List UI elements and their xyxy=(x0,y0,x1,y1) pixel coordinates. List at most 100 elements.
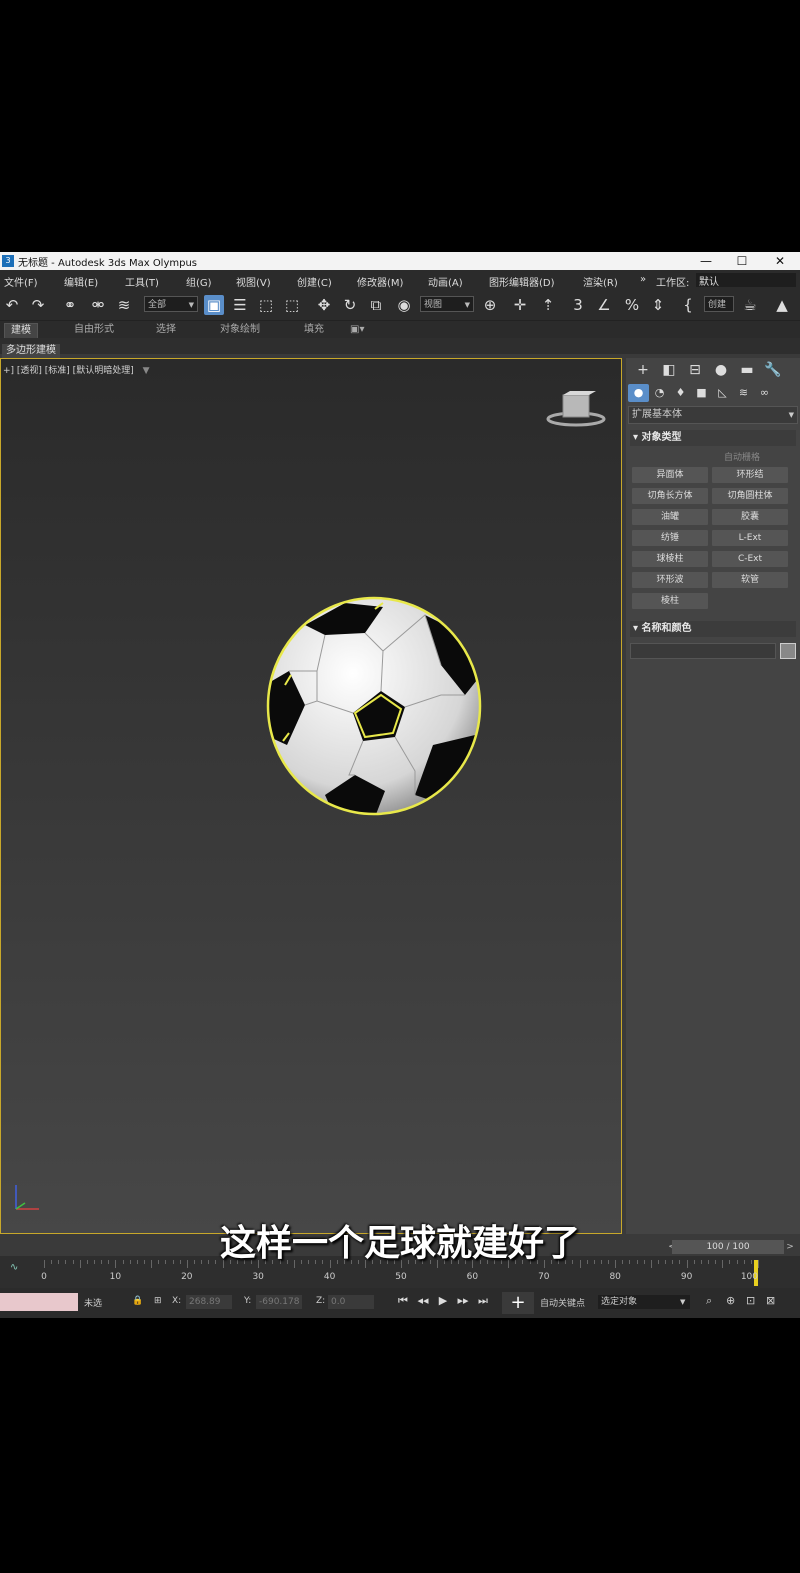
lock-icon[interactable]: 🔒 xyxy=(132,1296,143,1306)
render-frame-icon[interactable]: ▲ xyxy=(772,295,792,315)
object-color-swatch[interactable] xyxy=(780,643,796,659)
tab-modeling[interactable]: 建模 xyxy=(4,323,38,339)
link-icon[interactable]: ⚭ xyxy=(60,295,80,315)
gengon-button[interactable]: 球棱柱 xyxy=(632,551,708,567)
viewcube-icon[interactable] xyxy=(546,389,606,429)
autogrid-checkbox[interactable]: 自动栅格 xyxy=(626,450,760,463)
create-tab-icon[interactable]: + xyxy=(630,362,656,378)
rotate-icon[interactable]: ↻ xyxy=(340,295,360,315)
scale-icon[interactable]: ⧉ xyxy=(366,295,386,315)
ringwave-button[interactable]: 环形波 xyxy=(632,572,708,588)
minimize-button[interactable]: — xyxy=(688,252,724,270)
prism-button[interactable]: 棱柱 xyxy=(632,593,708,609)
bind-space-warp-icon[interactable]: ≋ xyxy=(114,295,134,315)
menu-graph-editors[interactable]: 图形编辑器(D) xyxy=(489,274,555,289)
angle-snap-icon[interactable]: ∠ xyxy=(594,295,614,315)
keyboard-shortcut-icon[interactable]: ⇡ xyxy=(538,295,558,315)
snap-toggle-icon[interactable]: 3 xyxy=(568,295,588,315)
workspace-select[interactable]: 默认 xyxy=(696,273,796,288)
key-filter-select[interactable]: 选定对象 xyxy=(598,1295,690,1309)
zoom-extents-icon[interactable]: ⊡ xyxy=(746,1294,755,1307)
y-coordinate-field[interactable]: -690.178 xyxy=(256,1295,302,1309)
lights-icon[interactable]: ♦ xyxy=(670,384,691,402)
motion-tab-icon[interactable]: ● xyxy=(708,362,734,378)
oil-tank-button[interactable]: 油罐 xyxy=(632,509,708,525)
hierarchy-tab-icon[interactable]: ⊟ xyxy=(682,362,708,378)
auto-key-button[interactable]: 自动关键点 xyxy=(540,1296,585,1309)
tab-selection[interactable]: 选择 xyxy=(150,323,182,337)
zoom-all-icon[interactable]: ⊕ xyxy=(726,1294,735,1307)
close-button[interactable]: ✕ xyxy=(762,252,798,270)
perspective-viewport[interactable]: +] [透视] [标准] [默认明暗处理] ▼ xyxy=(0,358,622,1234)
torus-knot-button[interactable]: 环形结 xyxy=(712,467,788,483)
menu-views[interactable]: 视图(V) xyxy=(236,274,271,289)
edit-named-selection-icon[interactable]: { xyxy=(678,295,698,315)
next-key-icon[interactable]: ▸▸ xyxy=(454,1294,472,1307)
menu-file[interactable]: 文件(F) xyxy=(4,274,38,289)
hose-button[interactable]: 软管 xyxy=(712,572,788,588)
polygon-modeling-tab[interactable]: 多边形建模 xyxy=(2,344,60,358)
menu-group[interactable]: 组(G) xyxy=(186,274,212,289)
unlink-icon[interactable]: ⚮ xyxy=(88,295,108,315)
menu-rendering[interactable]: 渲染(R) xyxy=(583,274,618,289)
category-select[interactable]: 扩展基本体 ▼ xyxy=(628,406,798,424)
cameras-icon[interactable]: ■ xyxy=(691,384,712,402)
select-by-name-icon[interactable]: ☰ xyxy=(230,295,250,315)
ribbon-options-icon[interactable]: ▣▾ xyxy=(344,323,370,337)
spinner-snap-icon[interactable]: ⇕ xyxy=(648,295,668,315)
object-type-rollout[interactable]: ▾ 对象类型 xyxy=(630,430,796,446)
move-icon[interactable]: ✥ xyxy=(314,295,334,315)
x-coordinate-field[interactable]: 268.89 xyxy=(186,1295,232,1309)
named-selection-select[interactable]: 创建 xyxy=(704,296,734,312)
chamfer-box-button[interactable]: 切角长方体 xyxy=(632,488,708,504)
utilities-tab-icon[interactable]: 🔧 xyxy=(760,362,786,378)
menu-animation[interactable]: 动画(A) xyxy=(428,274,463,289)
hedra-button[interactable]: 异面体 xyxy=(632,467,708,483)
helpers-icon[interactable]: ◺ xyxy=(712,384,733,402)
menu-edit[interactable]: 编辑(E) xyxy=(64,274,98,289)
tab-populate[interactable]: 填充 xyxy=(298,323,330,337)
transform-mode-icon[interactable]: ⊞ xyxy=(154,1296,162,1306)
prev-key-icon[interactable]: ◂◂ xyxy=(414,1294,432,1307)
c-ext-button[interactable]: C-Ext xyxy=(712,551,788,567)
window-crossing-icon[interactable]: ⬚ xyxy=(282,295,302,315)
goto-end-icon[interactable]: ⏭ xyxy=(474,1294,492,1308)
l-ext-button[interactable]: L-Ext xyxy=(712,530,788,546)
systems-icon[interactable]: ∞ xyxy=(754,384,775,402)
soccer-ball-object[interactable] xyxy=(265,595,483,817)
menu-tools[interactable]: 工具(T) xyxy=(125,274,159,289)
pivot-center-icon[interactable]: ⊕ xyxy=(480,295,500,315)
percent-snap-icon[interactable]: % xyxy=(622,295,642,315)
selection-filter-select[interactable]: 全部 ▼ xyxy=(144,296,198,312)
menu-overflow-icon[interactable]: » xyxy=(640,274,646,285)
zoom-icon[interactable]: ⌕ xyxy=(706,1294,712,1308)
rect-selection-icon[interactable]: ⬚ xyxy=(256,295,276,315)
capsule-button[interactable]: 胶囊 xyxy=(712,509,788,525)
teapot-render-icon[interactable]: ☕ xyxy=(740,295,760,315)
maximize-button[interactable]: ☐ xyxy=(724,252,760,270)
ref-coord-select[interactable]: 视图 ▼ xyxy=(420,296,474,312)
select-object-icon[interactable]: ▣ xyxy=(204,295,224,315)
spindle-button[interactable]: 纺锤 xyxy=(632,530,708,546)
modify-tab-icon[interactable]: ◧ xyxy=(656,362,682,378)
maxscript-listener[interactable] xyxy=(0,1293,78,1311)
redo-icon[interactable]: ↷ xyxy=(28,295,48,315)
shapes-icon[interactable]: ◔ xyxy=(649,384,670,402)
tab-object-paint[interactable]: 对象绘制 xyxy=(214,323,266,337)
goto-start-icon[interactable]: ⏮ xyxy=(394,1294,412,1308)
object-name-input[interactable] xyxy=(630,643,776,659)
place-icon[interactable]: ◉ xyxy=(394,295,414,315)
name-color-rollout[interactable]: ▾ 名称和颜色 xyxy=(630,621,796,637)
display-tab-icon[interactable]: ▬ xyxy=(734,362,760,378)
chamfer-cyl-button[interactable]: 切角圆柱体 xyxy=(712,488,788,504)
play-icon[interactable]: ▶ xyxy=(434,1294,452,1307)
select-manipulate-icon[interactable]: ✛ xyxy=(510,295,530,315)
viewport-label[interactable]: +] [透视] [标准] [默认明暗处理] ▼ xyxy=(3,363,150,376)
set-key-icon[interactable]: + xyxy=(502,1292,534,1314)
menu-modifiers[interactable]: 修改器(M) xyxy=(357,274,403,289)
geometry-icon[interactable]: ● xyxy=(628,384,649,402)
space-warps-icon[interactable]: ≋ xyxy=(733,384,754,402)
zoom-extents-all-icon[interactable]: ⊠ xyxy=(766,1294,775,1307)
menu-create[interactable]: 创建(C) xyxy=(297,274,332,289)
tab-freeform[interactable]: 自由形式 xyxy=(68,323,120,337)
